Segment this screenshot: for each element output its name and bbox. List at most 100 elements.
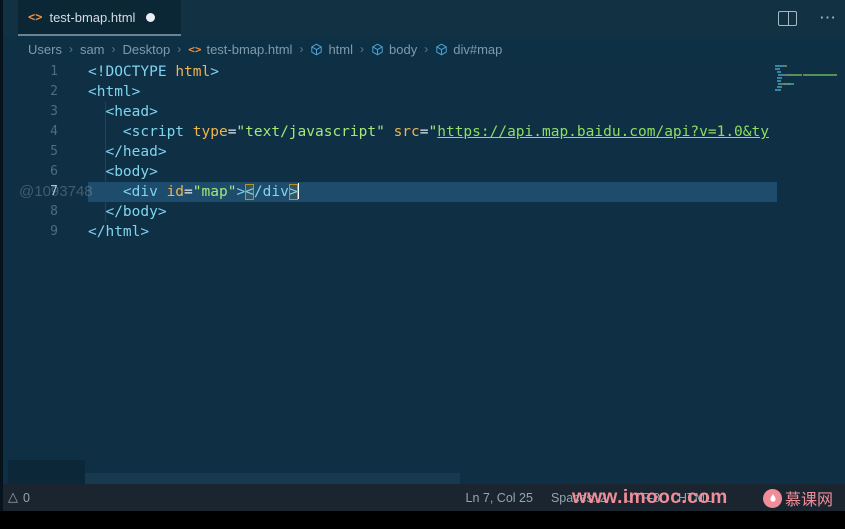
breadcrumb-item-users[interactable]: Users (28, 42, 62, 57)
code-line-6[interactable]: 6 <body> (0, 162, 777, 182)
editor-actions: ⋯ (778, 0, 837, 36)
breadcrumb-item-div-map[interactable]: div#map (435, 42, 502, 57)
code-line-4[interactable]: 4 <script type="text/javascript" src="ht… (0, 122, 777, 142)
breadcrumb-separator: › (299, 42, 304, 56)
line-content: <!DOCTYPE html> (88, 62, 777, 82)
breadcrumb-separator: › (68, 42, 73, 56)
breadcrumb-label: Desktop (122, 41, 171, 57)
code-token: "map" (192, 184, 237, 200)
minimap-line (775, 74, 841, 76)
gutter-shade (8, 460, 85, 484)
code-line-1[interactable]: 1 <!DOCTYPE html> (0, 62, 777, 82)
line-content: <html> (88, 82, 777, 102)
code-line-9[interactable]: 9 </html> (0, 222, 777, 242)
line-number[interactable]: 4 (0, 122, 58, 142)
html-file-icon: <> (28, 10, 43, 24)
minimap-line (775, 89, 841, 91)
code-line-5[interactable]: 5 </head> (0, 142, 777, 162)
breadcrumb-label: sam (79, 41, 105, 57)
minimap-line (775, 71, 841, 73)
minimap-line (775, 68, 841, 70)
minimap-line (775, 86, 841, 88)
tab-test-bmap[interactable]: <> test-bmap.html (18, 0, 181, 36)
code-token: /div (253, 184, 289, 200)
line-content: <body> (88, 162, 777, 182)
code-token: = (184, 184, 193, 200)
line-number[interactable]: 1 (0, 62, 58, 82)
code-token: <head> (105, 104, 158, 120)
modified-indicator[interactable] (146, 12, 156, 22)
breadcrumb-label: body (389, 41, 418, 57)
warning-icon: △ (8, 490, 18, 505)
code-token: <script (122, 124, 193, 140)
text-cursor (297, 183, 300, 199)
breadcrumb-separator: › (360, 42, 365, 56)
code-token: </body> (105, 204, 167, 220)
breadcrumb-label: div#map (453, 41, 503, 57)
problems-count: 0 (23, 490, 30, 505)
line-number[interactable]: 7 (0, 182, 58, 202)
line-number[interactable]: 8 (0, 202, 58, 222)
breadcrumb-item-html[interactable]: html (310, 42, 353, 57)
code-token: < (245, 184, 254, 200)
code-token: " (428, 124, 438, 140)
breadcrumb-label: test-bmap.html (206, 41, 293, 57)
breadcrumb-item-sam[interactable]: sam (80, 42, 105, 57)
html-file-icon: <> (188, 42, 202, 56)
minimap-line (775, 65, 841, 67)
line-number[interactable]: 6 (0, 162, 58, 182)
code-token: src (393, 124, 420, 140)
minimap-line (775, 80, 841, 82)
code-editor[interactable]: 1 <!DOCTYPE html> 2 <html> 3 <head> 4 <script… (0, 62, 845, 484)
line-number[interactable]: 9 (0, 222, 58, 242)
code-line-3[interactable]: 3 <head> (0, 102, 777, 122)
code-token: > (236, 184, 246, 200)
code-token: type (192, 124, 228, 140)
status-bar: △ 0 Ln 7, Col 25 Spaces: 2 UTF-8 HTML (0, 484, 845, 511)
problems-indicator[interactable]: △ 0 (8, 490, 30, 505)
more-actions-icon[interactable]: ⋯ (819, 0, 837, 36)
breadcrumb-item-body[interactable]: body (371, 42, 417, 57)
code-token: https://api.map.baidu.com/api?v=1.0&ty (437, 124, 769, 140)
symbol-cube-icon (435, 43, 448, 56)
breadcrumb-separator: › (111, 42, 116, 56)
split-editor-icon[interactable] (778, 10, 797, 26)
indent-setting[interactable]: Spaces: 2 (551, 491, 607, 505)
breadcrumb-label: html (328, 41, 354, 57)
minimap-line (775, 77, 841, 79)
horizontal-scrollbar[interactable] (85, 473, 460, 484)
breadcrumb-item-desktop[interactable]: Desktop (123, 42, 171, 57)
code-token: > (288, 184, 298, 200)
line-number[interactable]: 2 (0, 82, 58, 102)
code-token: html (175, 64, 211, 80)
code-token: > (210, 64, 219, 80)
code-line-7[interactable]: 7 <div id="map"></div> (0, 182, 777, 202)
tab-bar: <> test-bmap.html ⋯ (0, 0, 845, 36)
line-number[interactable]: 3 (0, 102, 58, 122)
minimap-line (775, 83, 841, 85)
breadcrumb-label: Users (28, 41, 62, 57)
code-token: <html> (88, 84, 141, 100)
breadcrumb: Users › sam › Desktop › <> test-bmap.html › html ›… (0, 36, 845, 62)
code-line-8[interactable]: 8 </body> (0, 202, 777, 222)
code-token: id (166, 184, 185, 200)
line-content: </html> (88, 222, 777, 242)
status-right-group: Ln 7, Col 25 Spaces: 2 UTF-8 HTML (466, 484, 712, 511)
encoding-setting[interactable]: UTF-8 (625, 491, 660, 505)
minimap[interactable] (775, 65, 841, 92)
tab-title: test-bmap.html (49, 9, 136, 25)
line-content: <script type="text/javascript" src="http… (88, 122, 777, 142)
line-content: <div id="map"></div> (88, 182, 777, 202)
code-token: </html> (88, 224, 150, 240)
line-number[interactable]: 5 (0, 142, 58, 162)
language-mode[interactable]: HTML (678, 491, 712, 505)
cursor-position[interactable]: Ln 7, Col 25 (466, 491, 533, 505)
breadcrumb-separator: › (177, 42, 182, 56)
code-line-2[interactable]: 2 <html> (0, 82, 777, 102)
code-token: </head> (105, 144, 167, 160)
breadcrumb-item-test-bmap-html[interactable]: <> test-bmap.html (188, 42, 292, 57)
